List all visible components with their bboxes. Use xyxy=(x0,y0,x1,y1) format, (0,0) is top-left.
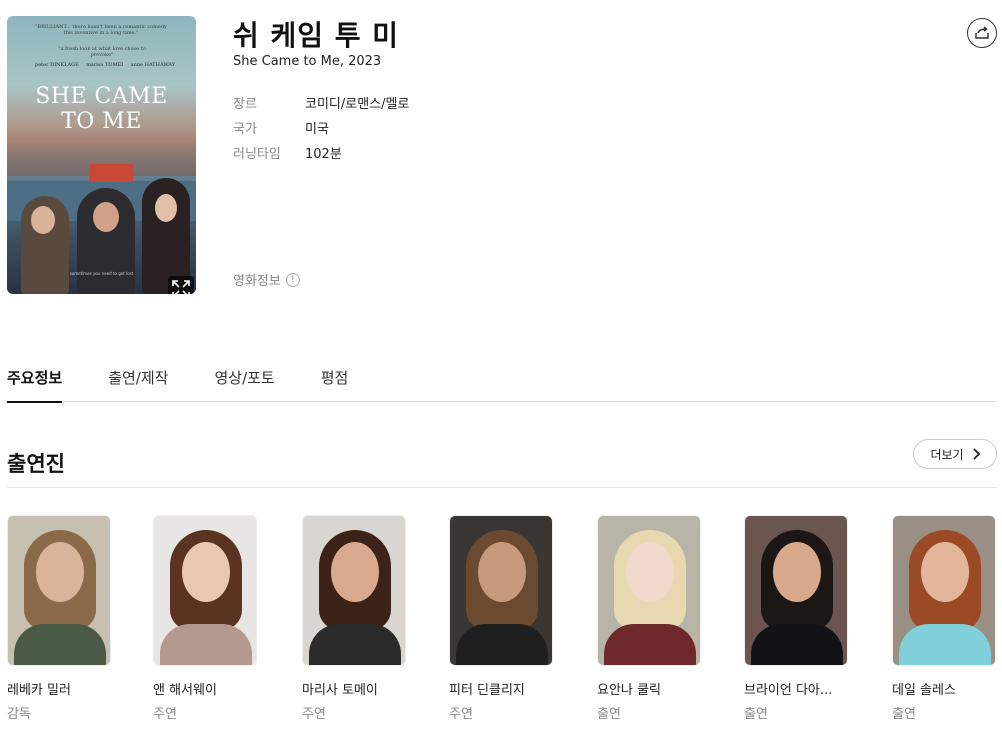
section-divider xyxy=(7,487,997,488)
poster-title-line: TO ME xyxy=(61,109,142,134)
photo-face xyxy=(921,542,969,602)
expand-icon xyxy=(172,280,190,294)
share-icon xyxy=(975,26,989,39)
chevron-right-icon xyxy=(972,448,980,460)
cast-name[interactable]: 마리사 토메이 xyxy=(302,679,406,698)
photo-face xyxy=(331,542,379,602)
meta-key: 장르 xyxy=(233,97,257,112)
movie-poster[interactable]: "BRILLIANT... there hasn't been a romant… xyxy=(7,16,196,294)
cast-item[interactable]: 마리사 토메이 주연 xyxy=(302,515,408,722)
more-button-label: 더보기 xyxy=(930,447,964,462)
cast-photo[interactable] xyxy=(302,515,406,666)
cast-item[interactable]: 피터 딘클리지 주연 xyxy=(449,515,555,722)
photo-body xyxy=(751,624,843,665)
info-icon[interactable]: ! xyxy=(285,272,300,287)
meta-value: 코미디/로맨스/멜로 xyxy=(305,97,410,112)
movie-info-link[interactable]: 영화정보 ! xyxy=(233,270,300,289)
poster-actor: anne HATHAWAY xyxy=(130,62,175,68)
meta-key: 러닝타임 xyxy=(233,147,281,162)
photo-body xyxy=(456,624,548,665)
meta-value: 102분 xyxy=(305,147,342,162)
poster-quote: "BRILLIANT... there hasn't been a romant… xyxy=(35,24,167,36)
poster-actor: marisa TOMEI xyxy=(86,62,124,68)
photo-face xyxy=(478,542,526,602)
cast-role: 출연 xyxy=(744,707,768,722)
poster-quote-2: "a fresh look at what love chose to prov… xyxy=(58,46,146,58)
poster-actors: peter DINKLAGE marisa TOMEI anne HATHAWA… xyxy=(35,62,175,68)
photo-face xyxy=(36,542,84,602)
photo-face xyxy=(773,542,821,602)
cast-item[interactable]: 레베카 밀러 감독 xyxy=(7,515,113,722)
photo-body xyxy=(160,624,252,665)
photo-body xyxy=(309,624,401,665)
poster-face xyxy=(31,206,55,234)
cast-role: 주연 xyxy=(153,707,177,722)
cast-role: 출연 xyxy=(597,707,621,722)
poster-face xyxy=(93,202,119,232)
meta-key: 국가 xyxy=(233,122,257,137)
poster-face xyxy=(155,194,177,222)
cast-photo[interactable] xyxy=(892,515,996,666)
cast-item[interactable]: 브라이언 다아... 출연 xyxy=(744,515,850,722)
cast-photo[interactable] xyxy=(449,515,553,666)
cast-photo[interactable] xyxy=(7,515,111,666)
cast-item[interactable]: 요안나 쿨릭 출연 xyxy=(597,515,703,722)
tab-video-photo[interactable]: 영상/포토 xyxy=(214,364,274,402)
poster-title: SHE CAME TO ME xyxy=(7,84,196,134)
cast-name[interactable]: 요안나 쿨릭 xyxy=(597,679,701,698)
tab-main-info[interactable]: 주요정보 xyxy=(7,364,63,403)
photo-body xyxy=(604,624,696,665)
cast-name[interactable]: 브라이언 다아... xyxy=(744,679,848,698)
cast-photo[interactable] xyxy=(597,515,701,666)
movie-info-label: 영화정보 xyxy=(233,274,281,289)
photo-face xyxy=(182,542,230,602)
cast-role: 감독 xyxy=(7,707,31,722)
tab-cast-crew[interactable]: 출연/제작 xyxy=(108,364,168,402)
meta-row-genre: 장르 코미디/로맨스/멜로 xyxy=(233,90,409,115)
expand-poster-button[interactable] xyxy=(168,276,194,294)
cast-role: 주연 xyxy=(449,707,473,722)
cast-section-title: 출연진 xyxy=(7,452,65,476)
cast-photo[interactable] xyxy=(153,515,257,666)
cast-photo[interactable] xyxy=(744,515,848,666)
movie-meta: 장르 코미디/로맨스/멜로 국가 미국 러닝타임 102분 xyxy=(233,90,409,165)
cast-name[interactable]: 앤 해서웨이 xyxy=(153,679,257,698)
cast-item[interactable]: 데일 솔레스 출연 xyxy=(892,515,998,722)
tab-reviews[interactable]: 평점 xyxy=(321,364,349,402)
meta-row-runtime: 러닝타임 102분 xyxy=(233,140,409,165)
poster-title-line: SHE CAME xyxy=(35,84,168,109)
meta-row-country: 국가 미국 xyxy=(233,115,409,140)
poster-boat xyxy=(89,164,133,182)
more-button[interactable]: 더보기 xyxy=(913,439,997,469)
cast-list: 레베카 밀러 감독 앤 해서웨이 주연 마리사 토메이 주연 피터 딘클리지 주… xyxy=(7,515,1002,730)
cast-name[interactable]: 레베카 밀러 xyxy=(7,679,111,698)
movie-title: 쉬 케임 투 미 xyxy=(233,19,400,52)
tab-bar: 주요정보 출연/제작 영상/포토 평점 xyxy=(7,364,997,403)
movie-original-title: She Came to Me, 2023 xyxy=(233,54,382,69)
photo-body xyxy=(899,624,991,665)
poster-actor: peter DINKLAGE xyxy=(35,62,79,68)
photo-body xyxy=(14,624,106,665)
cast-role: 주연 xyxy=(302,707,326,722)
cast-role: 출연 xyxy=(892,707,916,722)
cast-item[interactable]: 앤 해서웨이 주연 xyxy=(153,515,259,722)
share-button[interactable] xyxy=(967,18,997,48)
meta-value: 미국 xyxy=(305,122,329,137)
poster-tagline: sometimes you need to get lost xyxy=(69,271,134,276)
cast-name[interactable]: 데일 솔레스 xyxy=(892,679,996,698)
movie-detail-page: "BRILLIANT... there hasn't been a romant… xyxy=(0,0,1002,732)
cast-name[interactable]: 피터 딘클리지 xyxy=(449,679,553,698)
photo-face xyxy=(626,542,674,602)
